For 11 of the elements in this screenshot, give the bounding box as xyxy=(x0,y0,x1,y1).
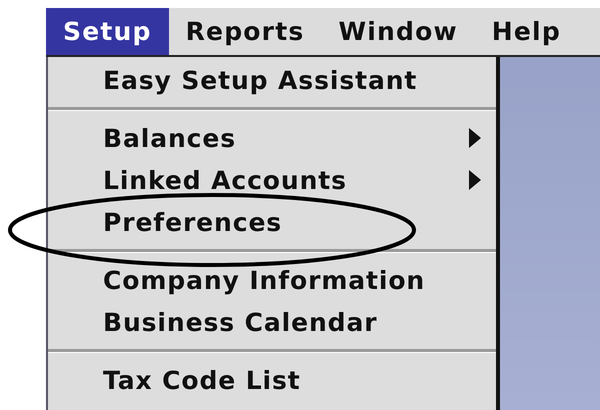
menu-item[interactable]: Tax Code List xyxy=(48,359,496,401)
menu-item[interactable]: Linked Accounts xyxy=(48,159,496,201)
menu-item[interactable]: Company Information xyxy=(48,259,496,301)
menu-title[interactable]: Window xyxy=(321,8,475,55)
menu-item[interactable]: Easy Setup Assistant xyxy=(48,59,496,101)
menu-title[interactable]: Help xyxy=(474,8,578,55)
menu-title[interactable]: Reports xyxy=(168,8,322,55)
menu-title[interactable]: Setup xyxy=(46,8,169,55)
menu-item[interactable]: Preferences xyxy=(48,201,496,243)
menu-item[interactable]: Business Calendar xyxy=(48,301,496,343)
menu-item[interactable]: Balances xyxy=(48,117,496,159)
